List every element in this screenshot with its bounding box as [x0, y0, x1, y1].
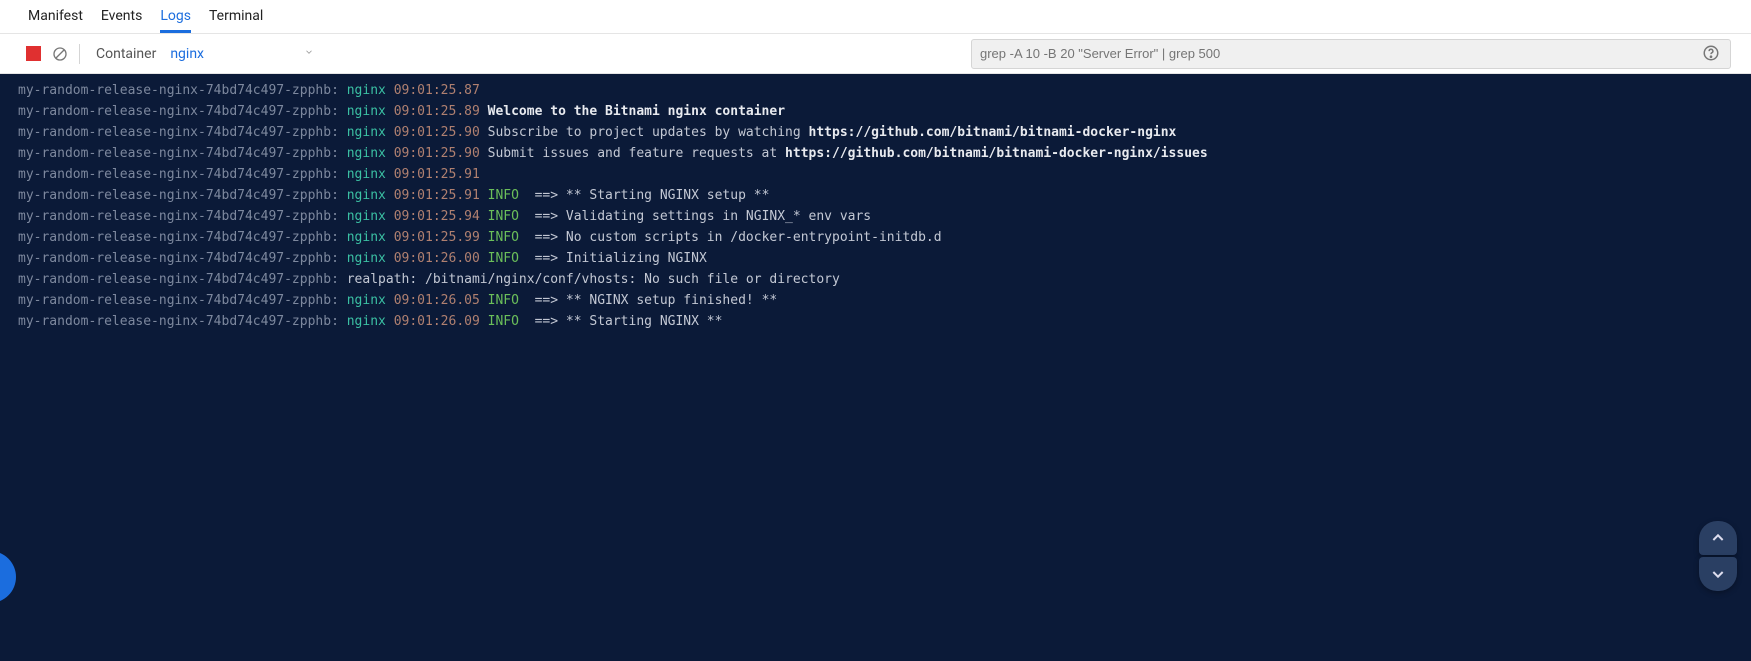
- clear-logs-button[interactable]: [51, 45, 69, 63]
- tab-logs[interactable]: Logs: [160, 8, 191, 33]
- container-select[interactable]: nginx: [170, 46, 314, 62]
- log-line: my-random-release-nginx-74bd74c497-zpphb…: [0, 80, 1751, 101]
- tabs-bar: Manifest Events Logs Terminal: [0, 0, 1751, 34]
- scroll-top-button[interactable]: [1699, 521, 1737, 555]
- log-line: my-random-release-nginx-74bd74c497-zpphb…: [0, 101, 1751, 122]
- tab-manifest[interactable]: Manifest: [28, 8, 83, 33]
- log-line: my-random-release-nginx-74bd74c497-zpphb…: [0, 311, 1751, 332]
- log-line: my-random-release-nginx-74bd74c497-zpphb…: [0, 227, 1751, 248]
- log-line: my-random-release-nginx-74bd74c497-zpphb…: [0, 269, 1751, 290]
- toolbar-divider: [79, 44, 80, 64]
- log-line: my-random-release-nginx-74bd74c497-zpphb…: [0, 185, 1751, 206]
- chevron-down-icon: [304, 47, 314, 60]
- log-filter-input-wrapper[interactable]: [971, 39, 1731, 69]
- container-label: Container: [96, 46, 156, 62]
- log-line: my-random-release-nginx-74bd74c497-zpphb…: [0, 248, 1751, 269]
- log-line: my-random-release-nginx-74bd74c497-zpphb…: [0, 164, 1751, 185]
- help-icon[interactable]: [1702, 44, 1722, 64]
- tab-events[interactable]: Events: [101, 8, 142, 33]
- scroll-controls: [1699, 521, 1737, 591]
- log-line: my-random-release-nginx-74bd74c497-zpphb…: [0, 206, 1751, 227]
- log-output: my-random-release-nginx-74bd74c497-zpphb…: [0, 74, 1751, 661]
- log-filter-input[interactable]: [980, 46, 1692, 61]
- stop-streaming-button[interactable]: [26, 46, 41, 61]
- log-line: my-random-release-nginx-74bd74c497-zpphb…: [0, 122, 1751, 143]
- log-toolbar: Container nginx: [0, 34, 1751, 74]
- log-line: my-random-release-nginx-74bd74c497-zpphb…: [0, 290, 1751, 311]
- tab-terminal[interactable]: Terminal: [209, 8, 263, 33]
- scroll-bottom-button[interactable]: [1699, 557, 1737, 591]
- container-select-value: nginx: [170, 46, 204, 62]
- log-line: my-random-release-nginx-74bd74c497-zpphb…: [0, 143, 1751, 164]
